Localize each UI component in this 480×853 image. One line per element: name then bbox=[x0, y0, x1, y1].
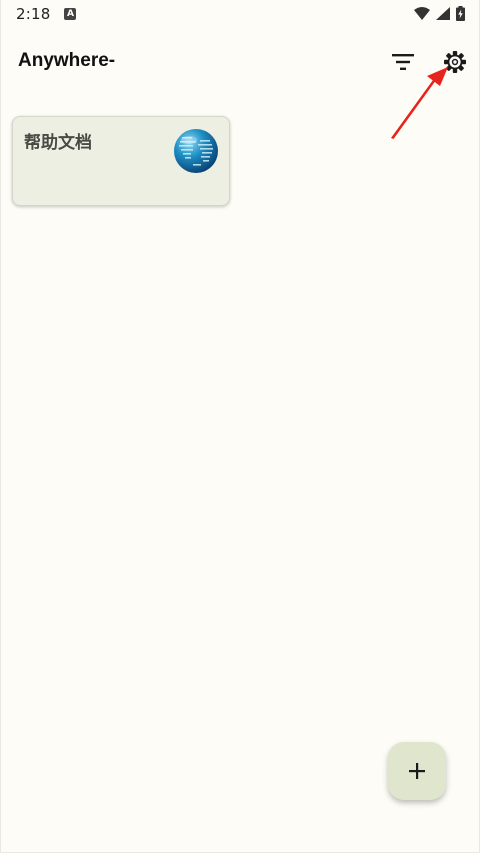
status-time: 2:18 bbox=[16, 5, 51, 23]
card-title: 帮助文档 bbox=[24, 133, 92, 153]
status-icons bbox=[414, 6, 465, 21]
battery-charging-icon bbox=[456, 6, 465, 21]
status-bar: 2:18 A bbox=[1, 0, 479, 28]
app-title: Anywhere- bbox=[18, 50, 116, 71]
annotation-arrow bbox=[391, 67, 448, 139]
plus-icon bbox=[409, 763, 425, 779]
wifi-icon bbox=[414, 7, 430, 20]
add-button[interactable] bbox=[388, 742, 446, 800]
screen: 2:18 A Anywhere- 帮助文档 bbox=[0, 0, 480, 853]
a-icon: A bbox=[64, 8, 77, 20]
help-doc-card[interactable]: 帮助文档 bbox=[12, 116, 230, 206]
globe-icon bbox=[174, 129, 218, 173]
signal-icon bbox=[436, 7, 450, 20]
